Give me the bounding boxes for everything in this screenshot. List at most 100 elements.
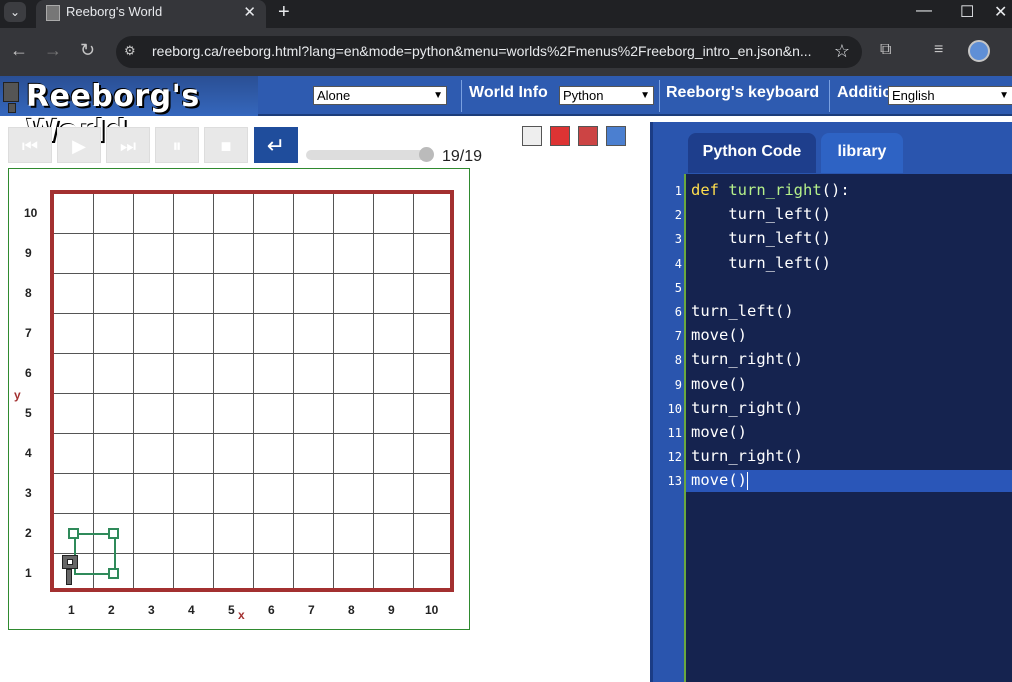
grid-line <box>213 194 214 588</box>
line-number: 2 <box>674 208 682 223</box>
header-divider <box>829 80 830 112</box>
reeborg-keyboard-button[interactable]: Reeborg's keyboard <box>666 84 819 102</box>
chevron-down-icon: ▼ <box>999 90 1009 101</box>
keyword-token: def <box>691 181 729 199</box>
url-text[interactable]: reeborg.ca/reeborg.html?lang=en&mode=pyt… <box>152 43 812 59</box>
tab-search-dropdown-icon[interactable]: ⌄ <box>4 2 26 22</box>
tab-library[interactable]: library <box>821 133 903 173</box>
extensions-icon[interactable]: ⧉ <box>880 41 891 59</box>
grid-line <box>93 194 94 588</box>
tab-close-icon[interactable]: ✕ <box>243 3 256 21</box>
line-number: 9 <box>674 377 682 392</box>
tab-favicon-icon <box>46 5 60 21</box>
bookmark-star-icon[interactable]: ☆ <box>834 41 850 62</box>
reload-icon[interactable]: ↻ <box>80 40 95 61</box>
minimize-icon[interactable]: — <box>916 2 932 20</box>
address-bar[interactable]: ⚙ reeborg.ca/reeborg.html?lang=en&mode=p… <box>116 36 862 68</box>
stop-button[interactable]: ■ <box>204 127 248 163</box>
line-number: 11 <box>667 426 682 440</box>
code-line[interactable]: turn_left() <box>691 302 794 320</box>
highlight-toggle-icon[interactable] <box>550 126 570 146</box>
world-info-button[interactable]: World Info <box>469 84 548 102</box>
ui-language-value: English <box>892 88 935 103</box>
back-icon[interactable]: ← <box>10 40 28 61</box>
line-number: 1 <box>674 184 682 198</box>
grid-line <box>253 194 254 588</box>
media-queue-icon[interactable]: ≡ <box>934 41 943 59</box>
y-tick-label: 8 <box>25 286 32 300</box>
code-line[interactable]: turn_right() <box>691 399 803 417</box>
x-tick-label: 1 <box>68 603 75 617</box>
grid-line <box>54 513 450 514</box>
chevron-down-icon: ▼ <box>433 90 443 101</box>
grid-line <box>54 433 450 434</box>
header-divider <box>461 80 462 112</box>
line-number: 4 <box>674 256 682 271</box>
browser-toolbar: ← → ↻ ⚙ reeborg.ca/reeborg.html?lang=en&… <box>0 28 1012 76</box>
y-tick-label: 6 <box>25 366 32 380</box>
grid-line <box>133 194 134 588</box>
ui-language-select[interactable]: English ▼ <box>888 86 1012 105</box>
maximize-icon[interactable]: ☐ <box>960 2 974 22</box>
programming-language-select[interactable]: Python ▼ <box>559 86 654 105</box>
grid-line <box>54 313 450 314</box>
code-line[interactable]: turn_left() <box>691 229 831 247</box>
world-select[interactable]: Alone ▼ <box>313 86 447 105</box>
x-tick-label: 8 <box>348 603 355 617</box>
reeborg-header: Reeborg's World Alone ▼ World Info Pytho… <box>0 76 1012 149</box>
code-line[interactable]: turn_left() <box>691 254 831 272</box>
code-line[interactable]: move() <box>691 375 747 393</box>
code-line[interactable]: turn_right() <box>691 350 803 368</box>
x-tick-label: 7 <box>308 603 315 617</box>
reverse-step-button[interactable]: ⏮ <box>8 127 52 163</box>
tab-python-code[interactable]: Python Code <box>688 133 816 173</box>
window-close-icon[interactable]: ✕ <box>994 2 1007 22</box>
run-button[interactable]: ▶ <box>57 127 101 163</box>
site-info-icon[interactable]: ⚙ <box>124 43 144 61</box>
code-line[interactable]: def turn_right(): <box>691 181 850 199</box>
grid-line <box>54 233 450 234</box>
pause-button[interactable]: ⏸ <box>155 127 199 163</box>
line-number: 10 <box>667 401 682 416</box>
world-save-icon[interactable] <box>606 126 626 146</box>
y-tick-label: 1 <box>25 566 32 580</box>
grid-line <box>54 353 450 354</box>
world-select-value: Alone <box>317 88 351 103</box>
forward-icon[interactable]: → <box>44 40 62 61</box>
robot-model-icon[interactable] <box>522 126 542 146</box>
playback-slider[interactable] <box>306 147 434 162</box>
slider-handle[interactable] <box>419 147 434 162</box>
code-line[interactable]: move() <box>691 471 748 490</box>
code-line[interactable]: turn_left() <box>691 205 831 223</box>
grid-line <box>373 194 374 588</box>
line-number: 6 <box>674 305 682 319</box>
grid-line <box>54 273 450 274</box>
world-edit-icon[interactable] <box>578 126 598 146</box>
line-number: 5 <box>674 280 682 295</box>
x-tick-label: 5 <box>228 603 235 617</box>
header-divider <box>659 80 660 112</box>
trace-corner <box>108 568 119 579</box>
x-tick-label: 4 <box>188 603 195 617</box>
code-line[interactable]: turn_right() <box>691 447 803 465</box>
additional-options-button[interactable]: Additic <box>837 84 891 102</box>
robot-leg <box>66 569 72 585</box>
grid-line <box>293 194 294 588</box>
y-tick-label: 10 <box>24 206 38 220</box>
profile-avatar[interactable] <box>968 40 990 62</box>
grid-line <box>54 473 450 474</box>
function-name-token: turn_right <box>728 181 822 199</box>
code-line[interactable]: move() <box>691 326 747 344</box>
code-line[interactable]: move() <box>691 423 747 441</box>
x-tick-label: 3 <box>148 603 155 617</box>
step-button[interactable]: ⏭ <box>106 127 150 163</box>
y-tick-label: 5 <box>25 406 32 420</box>
x-axis-name: x <box>238 608 245 622</box>
new-tab-icon[interactable]: + <box>278 1 290 24</box>
chevron-down-icon: ▼ <box>640 90 650 101</box>
reload-world-button[interactable]: ↵ <box>254 127 298 163</box>
x-tick-label: 9 <box>388 603 395 617</box>
y-tick-label: 2 <box>25 526 32 540</box>
reeborg-robot <box>62 555 78 585</box>
browser-tab[interactable]: Reeborg's World ✕ <box>36 0 266 28</box>
